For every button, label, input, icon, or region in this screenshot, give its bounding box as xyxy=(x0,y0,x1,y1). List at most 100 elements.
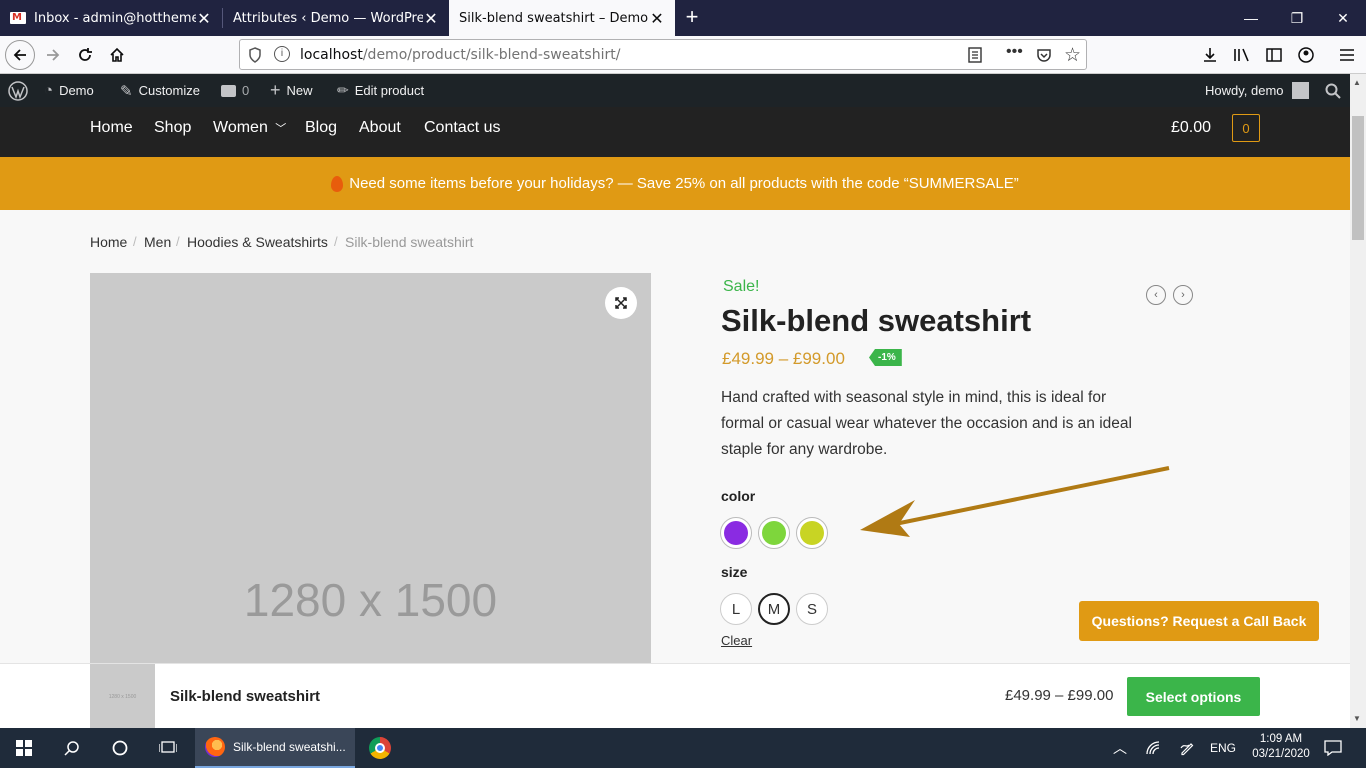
chevron-up-icon[interactable]: ︿ xyxy=(1108,728,1132,768)
url-text[interactable]: localhost/demo/product/silk-blend-sweats… xyxy=(300,47,620,63)
gmail-icon: M xyxy=(10,12,26,24)
color-swatch-lime[interactable] xyxy=(796,517,828,549)
cart-total[interactable]: £0.00 xyxy=(1171,119,1211,137)
nav-home[interactable]: Home xyxy=(90,119,133,137)
cortana-icon[interactable] xyxy=(96,728,144,768)
breadcrumb-hoodies[interactable]: Hoodies & Sweatshirts xyxy=(187,234,328,250)
scroll-down-icon[interactable]: ▼ xyxy=(1353,714,1361,723)
breadcrumb-separator: / xyxy=(176,234,180,249)
new-tab-icon[interactable]: + xyxy=(680,4,704,30)
size-option-l[interactable]: L xyxy=(720,593,752,625)
tab-product[interactable]: Silk-blend sweatshirt – Demo ✕ xyxy=(449,0,675,36)
annotation-arrow-icon xyxy=(860,466,1170,537)
wp-admin-bar: ◔ Demo ✎ Customize 0 + New ✏ Edit produc… xyxy=(0,74,1350,107)
breadcrumb-current: Silk-blend sweatshirt xyxy=(345,234,474,250)
wp-edit-product-link[interactable]: ✏ Edit product xyxy=(337,74,424,107)
wordpress-logo-icon[interactable] xyxy=(8,74,28,107)
product-image[interactable]: 1280 x 1500 xyxy=(90,273,651,663)
image-placeholder-text: 1280 x 1500 xyxy=(243,574,498,626)
wp-account-link[interactable]: Howdy, demo xyxy=(1205,74,1309,107)
nav-blog[interactable]: Blog xyxy=(305,119,337,137)
tab-title: Silk-blend sweatshirt – Demo xyxy=(459,10,649,26)
sticky-title: Silk-blend sweatshirt xyxy=(170,688,321,705)
shield-icon[interactable] xyxy=(248,47,262,63)
network-icon[interactable] xyxy=(1140,728,1166,768)
browser-tab-bar: M Inbox - admin@hottheme.net ✕ Attribute… xyxy=(0,0,1366,36)
scroll-up-icon[interactable]: ▲ xyxy=(1353,78,1361,87)
cart-icon[interactable]: 0 xyxy=(1232,114,1260,142)
close-icon[interactable]: ✕ xyxy=(423,9,439,28)
clear-link[interactable]: Clear xyxy=(721,633,752,648)
nav-shop[interactable]: Shop xyxy=(154,119,191,137)
swatch-fill xyxy=(724,521,748,545)
pocket-icon[interactable] xyxy=(1036,47,1052,63)
chrome-icon[interactable] xyxy=(360,728,400,768)
breadcrumb-home[interactable]: Home xyxy=(90,234,127,250)
tab-attributes[interactable]: Attributes ‹ Demo — WordPress ✕ xyxy=(223,0,449,36)
avatar xyxy=(1291,82,1309,99)
thumbnail-placeholder-text: 1280 x 1500 xyxy=(108,693,137,700)
window-close-icon[interactable]: ✕ xyxy=(1320,0,1366,36)
bookmark-star-icon[interactable]: ☆ xyxy=(1064,44,1081,67)
nav-contact[interactable]: Contact us xyxy=(424,119,500,137)
language-indicator[interactable]: ENG xyxy=(1206,728,1240,768)
color-swatch-green[interactable] xyxy=(758,517,790,549)
menu-icon[interactable] xyxy=(1332,40,1362,70)
customize-label: Customize xyxy=(138,83,200,98)
close-icon[interactable]: ✕ xyxy=(196,9,212,28)
howdy-label: Howdy, demo xyxy=(1205,83,1284,98)
home-icon[interactable] xyxy=(102,40,132,70)
search-icon[interactable] xyxy=(1325,74,1341,107)
edit-product-label: Edit product xyxy=(354,83,425,98)
info-icon[interactable]: i xyxy=(274,46,290,62)
more-actions-icon[interactable]: ••• xyxy=(1006,43,1023,61)
size-option-s[interactable]: S xyxy=(796,593,828,625)
reader-view-icon[interactable] xyxy=(968,47,982,63)
windows-start-icon[interactable] xyxy=(0,728,48,768)
next-product-icon[interactable]: › xyxy=(1173,285,1193,305)
search-icon[interactable] xyxy=(48,728,96,768)
select-options-button[interactable]: Select options xyxy=(1127,677,1260,716)
taskbar-firefox-app[interactable]: Silk-blend sweatshi... xyxy=(195,728,355,768)
back-arrow-icon[interactable] xyxy=(5,40,35,70)
color-swatch-purple[interactable] xyxy=(720,517,752,549)
forward-arrow-icon[interactable] xyxy=(38,40,68,70)
request-callback-button[interactable]: Questions? Request a Call Back xyxy=(1079,601,1319,641)
nav-about[interactable]: About xyxy=(359,119,401,137)
discount-badge: -1% xyxy=(869,349,902,366)
wp-new-link[interactable]: + New xyxy=(270,74,313,107)
wp-customize-link[interactable]: ✎ Customize xyxy=(120,74,200,107)
scrollbar-thumb[interactable] xyxy=(1352,116,1364,240)
tab-inbox[interactable]: M Inbox - admin@hottheme.net ✕ xyxy=(0,0,222,36)
url-bar[interactable]: i localhost/demo/product/silk-blend-swea… xyxy=(239,39,1087,70)
minimize-icon[interactable]: — xyxy=(1228,0,1274,36)
firefox-icon xyxy=(205,737,225,757)
zoom-icon[interactable] xyxy=(605,287,637,319)
sale-label: Sale! xyxy=(723,278,760,295)
sidebar-icon[interactable] xyxy=(1259,40,1289,70)
clock[interactable]: 1:09 AM 03/21/2020 xyxy=(1246,732,1316,762)
product-price: £49.99 – £99.00 xyxy=(722,349,845,368)
chevron-down-icon: ﹀ xyxy=(275,123,287,135)
brush-icon: ✎ xyxy=(120,82,133,100)
cart-count: 0 xyxy=(1242,120,1250,136)
notifications-icon[interactable] xyxy=(1318,728,1348,768)
breadcrumb-separator: / xyxy=(133,234,137,249)
wp-site-link[interactable]: ◔ Demo xyxy=(44,74,94,107)
taskbar-app-label: Silk-blend sweatshi... xyxy=(233,740,346,754)
prev-product-icon[interactable]: ‹ xyxy=(1146,285,1166,305)
nav-women[interactable]: Women ﹀ xyxy=(213,119,286,137)
page-scrollbar[interactable]: ▲ ▼ xyxy=(1350,74,1366,728)
promo-text: Need some items before your holidays? — … xyxy=(349,175,1019,192)
close-icon[interactable]: ✕ xyxy=(649,9,665,28)
downloads-icon[interactable] xyxy=(1195,40,1225,70)
breadcrumb-men[interactable]: Men xyxy=(144,234,171,250)
account-icon[interactable] xyxy=(1291,40,1321,70)
pen-icon[interactable] xyxy=(1174,728,1200,768)
size-option-m[interactable]: M xyxy=(758,593,790,625)
restore-icon[interactable]: ❐ xyxy=(1274,0,1320,36)
wp-comments-link[interactable]: 0 xyxy=(221,74,249,107)
library-icon[interactable] xyxy=(1227,40,1257,70)
reload-icon[interactable] xyxy=(70,40,100,70)
task-view-icon[interactable] xyxy=(144,728,192,768)
